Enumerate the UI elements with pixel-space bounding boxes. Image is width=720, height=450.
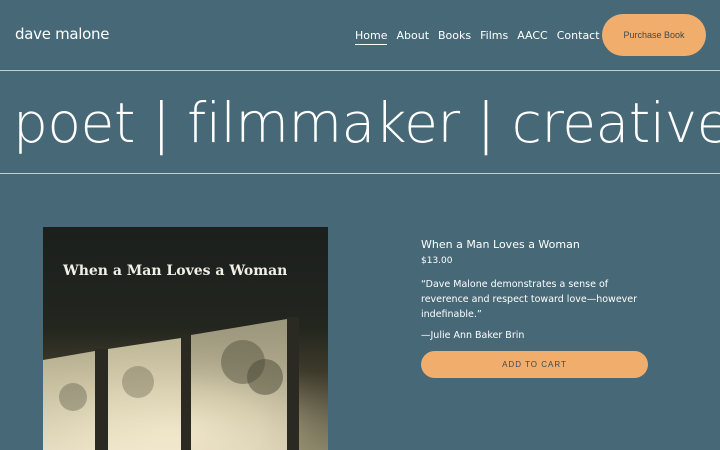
nav-about[interactable]: About xyxy=(396,29,429,45)
review-attribution: —Julie Ann Baker Brin xyxy=(421,330,525,341)
purchase-book-button[interactable]: Purchase Book xyxy=(602,14,706,56)
nav-aacc[interactable]: AACC xyxy=(517,29,548,45)
cover-window-illustration xyxy=(43,317,328,450)
nav-home[interactable]: Home xyxy=(355,29,388,45)
product-price: $13.00 xyxy=(421,256,453,266)
site-logo[interactable]: dave malone xyxy=(15,25,109,43)
review-quote: “Dave Malone demonstrates a sense of rev… xyxy=(421,279,638,320)
product-title[interactable]: When a Man Loves a Woman xyxy=(421,238,651,251)
cover-title: When a Man Loves a Woman xyxy=(63,263,288,279)
book-cover-image[interactable]: When a Man Loves a Woman xyxy=(43,227,328,450)
add-to-cart-button[interactable]: ADD TO CART xyxy=(421,351,648,378)
hero-divider xyxy=(0,173,720,174)
nav-films[interactable]: Films xyxy=(480,29,508,45)
nav-contact[interactable]: Contact xyxy=(557,29,600,45)
site-header: dave malone Home About Books Films AACC … xyxy=(0,0,720,70)
header-divider xyxy=(0,70,720,71)
hero-headline: poet | filmmaker | creative xyxy=(13,91,720,155)
nav-books[interactable]: Books xyxy=(438,29,471,45)
product-details: When a Man Loves a Woman $13.00 “Dave Ma… xyxy=(421,238,651,378)
main-nav: Home About Books Films AACC Contact xyxy=(355,29,600,45)
